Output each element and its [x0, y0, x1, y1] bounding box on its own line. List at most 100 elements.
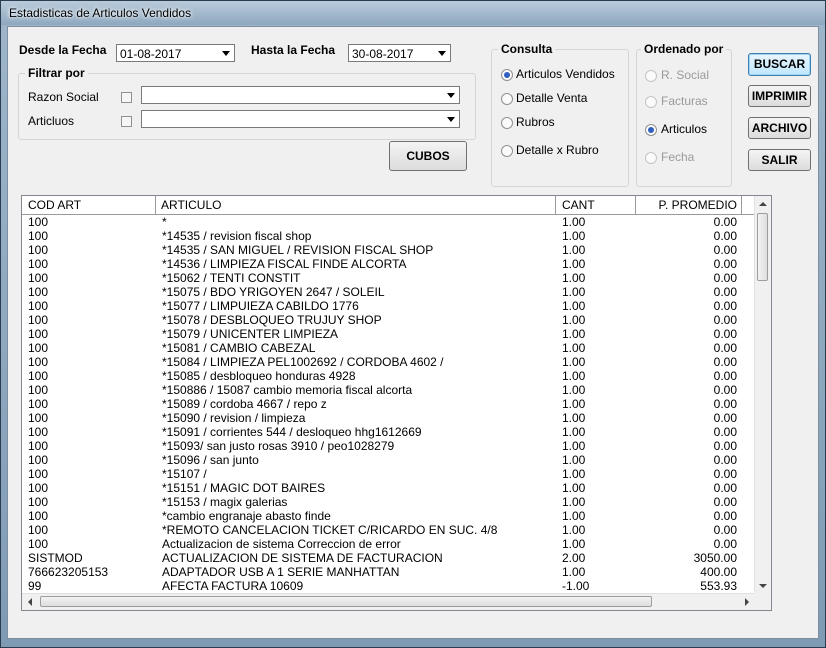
salir-button[interactable]: SALIR [748, 149, 811, 171]
radio-detalle-venta[interactable] [501, 93, 513, 105]
razon-social-select[interactable] [141, 86, 460, 104]
radio-articulos-vendidos-label: Articulos Vendidos [516, 67, 615, 81]
cell-cant: 1.00 [562, 425, 586, 439]
cell-p-promedio: 0.00 [713, 229, 737, 243]
desde-date-picker[interactable]: 01-08-2017 [116, 44, 235, 62]
cell-p-promedio: 0.00 [713, 439, 737, 453]
table-row[interactable]: 100 *15085 / desbloqueo honduras 4928 1.00… [22, 369, 755, 383]
scrollbar-corner [754, 593, 771, 610]
table-row[interactable]: 100 *15090 / revision / limpieza 1.00 0.00 [22, 411, 755, 425]
chevron-down-icon[interactable] [442, 111, 459, 127]
scroll-left-icon[interactable] [28, 598, 32, 606]
results-grid[interactable]: COD ART ARTICULO CANT P. PROMEDIO 100 * 1.… [21, 195, 772, 611]
cell-cant: 1.00 [562, 565, 586, 579]
title-bar[interactable]: Estadisticas de Articulos Vendidos [1, 1, 825, 25]
cell-cant: 1.00 [562, 509, 586, 523]
hasta-date-value: 30-08-2017 [352, 47, 414, 61]
cell-p-promedio: 0.00 [713, 313, 737, 327]
table-row[interactable]: 99 AFECTA FACTURA 10609 -1.00 553.93 [22, 579, 755, 593]
table-row[interactable]: 100 *REMOTO CANCELACION TICKET C/RICARDO … [22, 523, 755, 537]
table-row[interactable]: 100 *15107 / 1.00 0.00 [22, 467, 755, 481]
table-row[interactable]: 100 *15151 / MAGIC DOT BAIRES 1.00 0.00 [22, 481, 755, 495]
cell-cant: 1.00 [562, 439, 586, 453]
scroll-down-icon[interactable] [759, 584, 767, 588]
cell-cod-art: 100 [28, 411, 49, 425]
table-row[interactable]: 766623205153 ADAPTADOR USB A 1 SERIE MANH… [22, 565, 755, 579]
radio-rubros[interactable] [501, 117, 513, 129]
vertical-scrollbar[interactable] [754, 196, 771, 594]
horizontal-scrollbar[interactable] [22, 593, 755, 610]
table-row[interactable]: SISTMOD ACTUALIZACION DE SISTEMA DE FACTU… [22, 551, 755, 565]
radio-fecha[interactable] [645, 152, 657, 164]
table-row[interactable]: 100 *15153 / magix galerias 1.00 0.00 [22, 495, 755, 509]
table-row[interactable]: 100 *15093/ san justo rosas 3910 / peo102… [22, 439, 755, 453]
cell-articulo: Actualizacion de sistema Correccion de e… [162, 537, 401, 551]
filtrar-title: Filtrar por [25, 66, 88, 80]
table-row[interactable]: 100 *15084 / LIMPIEZA PEL1002692 / CORDOB… [22, 355, 755, 369]
cell-articulo: *REMOTO CANCELACION TICKET C/RICARDO EN … [162, 523, 498, 537]
table-row[interactable]: 100 *15081 / CAMBIO CABEZAL 1.00 0.00 [22, 341, 755, 355]
table-row[interactable]: 100 Actualizacion de sistema Correccion d… [22, 537, 755, 551]
articulos-select[interactable] [141, 110, 460, 128]
articulos-label: Articluos [28, 114, 75, 128]
filtrar-group: Filtrar por Razon Social Articluos [18, 66, 476, 140]
column-header-p-promedio[interactable]: P. PROMEDIO [636, 196, 742, 214]
cell-cant: 1.00 [562, 327, 586, 341]
imprimir-button[interactable]: IMPRIMIR [748, 85, 811, 107]
table-row[interactable]: 100 *15062 / TENTI CONSTIT 1.00 0.00 [22, 271, 755, 285]
table-row[interactable]: 100 *15091 / corrientes 544 / desloqueo h… [22, 425, 755, 439]
hasta-date-picker[interactable]: 30-08-2017 [348, 44, 451, 62]
radio-fecha-label: Fecha [661, 150, 695, 164]
cubos-button[interactable]: CUBOS [389, 141, 467, 171]
cell-p-promedio: 0.00 [713, 425, 737, 439]
cell-cod-art: 100 [28, 369, 49, 383]
vertical-scroll-thumb[interactable] [757, 213, 768, 281]
column-header-articulo[interactable]: ARTICULO [156, 196, 556, 214]
column-header-cant[interactable]: CANT [556, 196, 636, 214]
radio-facturas[interactable] [645, 96, 657, 108]
cell-cant: 1.00 [562, 495, 586, 509]
cell-cod-art: 100 [28, 397, 49, 411]
razon-social-checkbox[interactable] [121, 92, 132, 103]
table-row[interactable]: 100 *15089 / cordoba 4667 / repo z 1.00 0.0… [22, 397, 755, 411]
radio-articulos-vendidos[interactable] [501, 69, 513, 81]
cell-p-promedio: 3050.00 [693, 551, 737, 565]
buscar-button[interactable]: BUSCAR [748, 53, 811, 76]
cell-cod-art: 100 [28, 313, 49, 327]
cell-articulo: *15075 / BDO YRIGOYEN 2647 / SOLEIL [162, 285, 385, 299]
table-row[interactable]: 100 *15075 / BDO YRIGOYEN 2647 / SOLEIL 1.… [22, 285, 755, 299]
table-row[interactable]: 100 *15096 / san junto 1.00 0.00 [22, 453, 755, 467]
cell-cant: 1.00 [562, 383, 586, 397]
cell-cant: 1.00 [562, 285, 586, 299]
table-row[interactable]: 100 *15079 / UNICENTER LIMPIEZA 1.00 0.00 [22, 327, 755, 341]
chevron-down-icon[interactable] [442, 87, 459, 103]
cell-cod-art: 100 [28, 509, 49, 523]
table-row[interactable]: 100 *14535 / revision fiscal shop 1.00 0.00 [22, 229, 755, 243]
column-header-cod-art[interactable]: COD ART [22, 196, 156, 214]
cell-cod-art: 100 [28, 467, 49, 481]
cell-p-promedio: 0.00 [713, 369, 737, 383]
radio-detalle-x-rubro[interactable] [501, 145, 513, 157]
table-row[interactable]: 100 * 1.00 0.00 [22, 215, 755, 229]
cell-p-promedio: 0.00 [713, 537, 737, 551]
chevron-down-icon[interactable] [433, 45, 450, 61]
table-row[interactable]: 100 *cambio engranaje abasto finde 1.00 0.0… [22, 509, 755, 523]
scroll-right-icon[interactable] [745, 598, 749, 606]
archivo-button[interactable]: ARCHIVO [748, 117, 811, 139]
cell-articulo: *14535 / revision fiscal shop [162, 229, 312, 243]
table-row[interactable]: 100 *150886 / 15087 cambio memoria fiscal… [22, 383, 755, 397]
cell-cod-art: 100 [28, 481, 49, 495]
articulos-checkbox[interactable] [121, 116, 132, 127]
radio-r-social[interactable] [645, 70, 657, 82]
table-row[interactable]: 100 *15077 / LIMPUIEZA CABILDO 1776 1.00 0.… [22, 299, 755, 313]
cell-cant: 1.00 [562, 299, 586, 313]
cell-articulo: *15062 / TENTI CONSTIT [162, 271, 301, 285]
cell-p-promedio: 0.00 [713, 299, 737, 313]
table-row[interactable]: 100 *14535 / SAN MIGUEL / REVISION FISCAL… [22, 243, 755, 257]
table-row[interactable]: 100 *14536 / LIMPIEZA FISCAL FINDE ALCORT… [22, 257, 755, 271]
radio-articulos[interactable] [645, 124, 657, 136]
horizontal-scroll-thumb[interactable] [40, 596, 652, 607]
chevron-down-icon[interactable] [217, 45, 234, 61]
table-row[interactable]: 100 *15078 / DESBLOQUEO TRUJUY SHOP 1.00 0.… [22, 313, 755, 327]
scroll-up-icon[interactable] [759, 202, 767, 206]
